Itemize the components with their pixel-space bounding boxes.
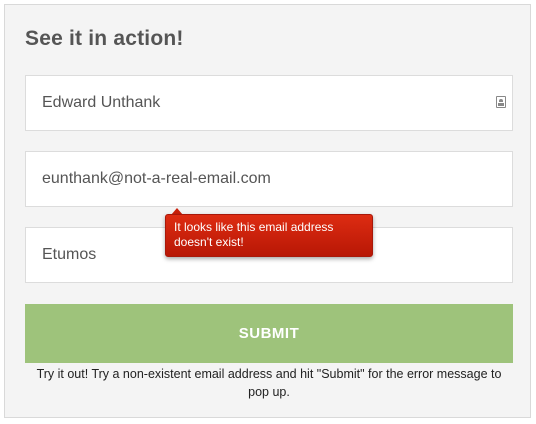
demo-panel: See it in action! It looks like this ema… [4, 4, 531, 418]
name-input[interactable] [26, 76, 512, 130]
email-field[interactable] [25, 151, 513, 207]
submit-button[interactable]: SUBMIT [25, 304, 513, 363]
contact-card-icon[interactable] [496, 96, 506, 108]
name-field[interactable] [25, 75, 513, 131]
section-title: See it in action! [25, 27, 184, 50]
help-text: Try it out! Try a non-existent email add… [36, 367, 502, 399]
email-input[interactable] [26, 152, 512, 206]
email-error-tooltip: It looks like this email address doesn't… [165, 214, 373, 257]
